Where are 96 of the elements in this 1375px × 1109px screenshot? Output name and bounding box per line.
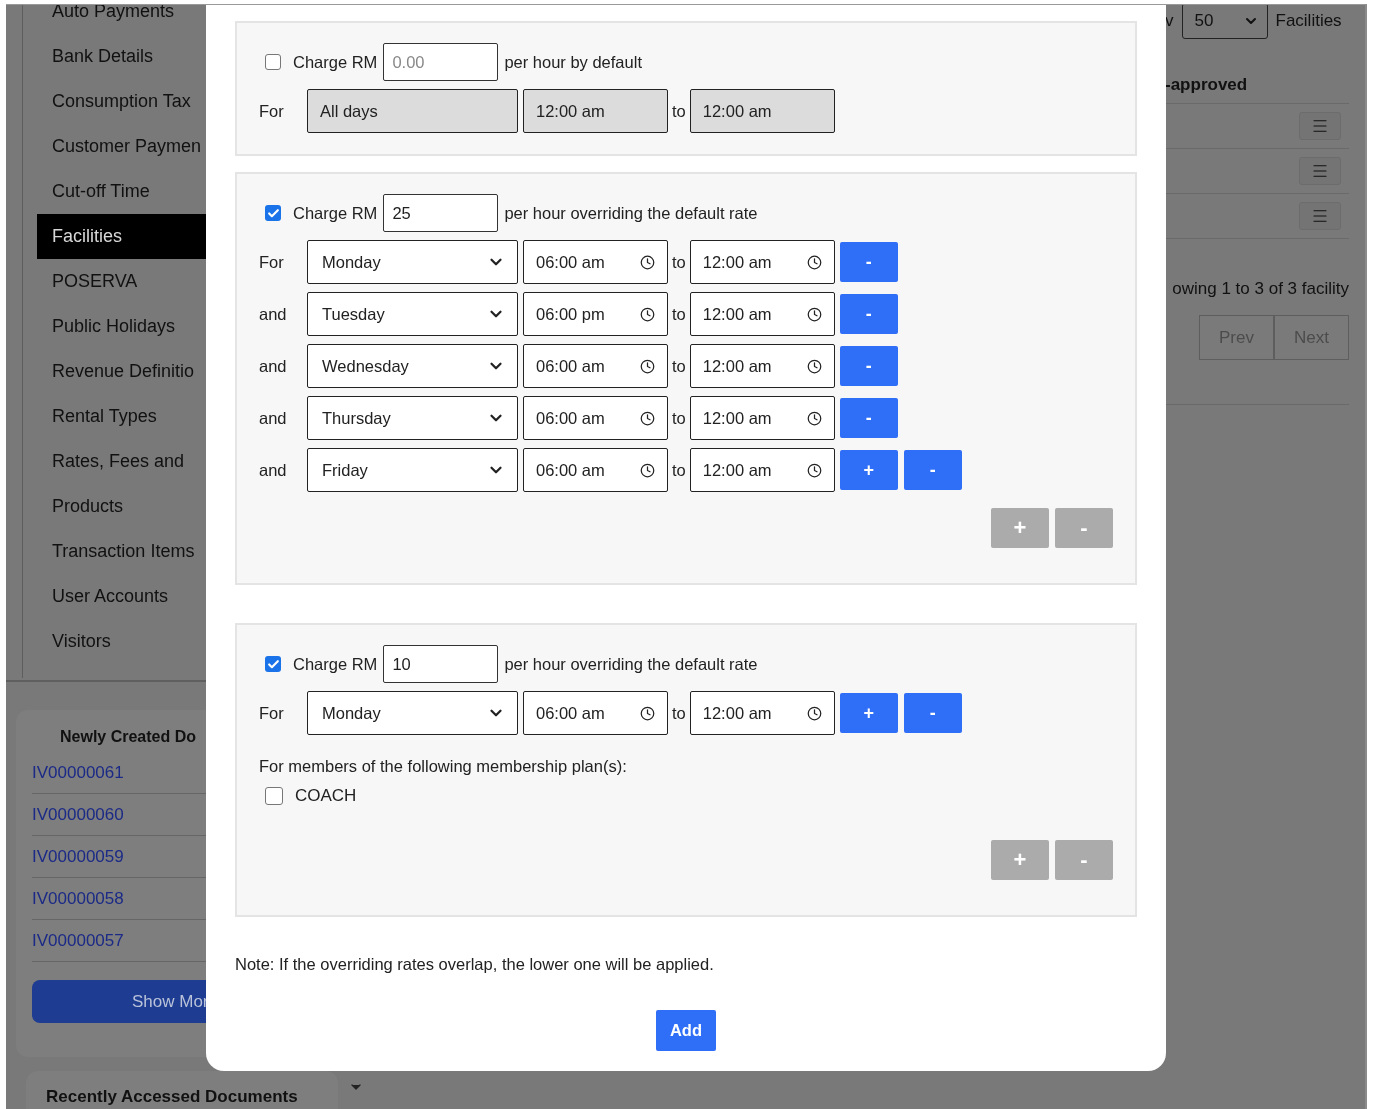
to-label: to: [672, 703, 686, 723]
entity-label: Facilities: [1275, 11, 1342, 31]
clock-icon: [640, 410, 655, 426]
day-select[interactable]: Wednesday: [307, 344, 518, 388]
membership-label: For members of the following membership plan(s):: [259, 757, 628, 776]
sidebar-item[interactable]: Auto Payments: [37, 5, 207, 34]
charge-label: Charge RM: [293, 654, 378, 674]
remove-button[interactable]: -: [839, 346, 898, 386]
row-label: and: [259, 408, 288, 428]
rate-description: per hour by default: [504, 52, 642, 72]
clock-icon: [806, 358, 822, 374]
pagination-summary: owing 1 to 3 of 3 facility: [1172, 279, 1349, 299]
clock-icon: [806, 705, 822, 721]
menu-button[interactable]: [1299, 157, 1341, 185]
row-label: and: [259, 304, 288, 324]
sidebar-item[interactable]: Customer Paymen: [37, 124, 207, 169]
clock-icon: [640, 462, 655, 478]
sidebar-item[interactable]: POSERVA: [37, 259, 207, 304]
amount-input[interactable]: 0.00: [383, 43, 499, 81]
rate-description: per hour overriding the default rate: [504, 654, 758, 674]
day-select[interactable]: Friday: [307, 448, 518, 492]
day-select[interactable]: Tuesday: [307, 292, 518, 336]
sidebar-item[interactable]: Visitors: [37, 619, 207, 664]
to-label: to: [672, 356, 686, 376]
remove-button[interactable]: -: [839, 398, 898, 438]
time-field[interactable]: 06:00 am: [523, 344, 668, 388]
time-field[interactable]: 12:00 am: [689, 691, 835, 735]
checkbox[interactable]: [265, 656, 281, 672]
sidebar-item[interactable]: Transaction Items: [37, 529, 207, 574]
sidebar-item[interactable]: Rates, Fees and: [37, 439, 207, 484]
menu-button[interactable]: [1299, 112, 1341, 140]
day-select[interactable]: Thursday: [307, 396, 518, 440]
note-text: Note: If the overriding rates overlap, the lower one will be applied.: [235, 955, 715, 974]
remove-button[interactable]: -: [839, 242, 898, 282]
clock-icon: [640, 358, 655, 374]
to-label: to: [672, 460, 686, 480]
checkbox[interactable]: [265, 787, 283, 805]
checkbox[interactable]: [265, 54, 281, 70]
row-label: For: [259, 101, 285, 121]
remove-button[interactable]: -: [903, 693, 962, 733]
time-field[interactable]: 06:00 am: [523, 691, 668, 735]
remove-button[interactable]: -: [839, 294, 898, 334]
time-field[interactable]: 12:00 am: [689, 292, 835, 336]
sidebar-item[interactable]: Rental Types: [37, 394, 207, 439]
sidebar-item[interactable]: Products: [37, 484, 207, 529]
row-label: and: [259, 460, 288, 480]
sidebar-item[interactable]: Facilities: [37, 214, 207, 259]
row-label: and: [259, 356, 288, 376]
clock-icon: [640, 254, 655, 270]
rate-description: per hour overriding the default rate: [504, 203, 758, 223]
clock-icon: [806, 254, 822, 270]
time-field[interactable]: 06:00 pm: [523, 292, 668, 336]
charge-label: Charge RM: [293, 203, 378, 223]
time-field[interactable]: 12:00 am: [689, 240, 835, 284]
sidebar-item[interactable]: Public Holidays: [37, 304, 207, 349]
to-label: to: [672, 304, 686, 324]
sidebar-item[interactable]: User Accounts: [37, 574, 207, 619]
menu-icon: [1311, 162, 1329, 180]
time-field[interactable]: 12:00 am: [689, 396, 835, 440]
sidebar-item[interactable]: Bank Details: [37, 34, 207, 79]
amount-input[interactable]: 10: [383, 645, 499, 683]
show-label: v: [1165, 11, 1174, 31]
plan-label: COACH: [295, 786, 357, 806]
add-button[interactable]: +: [839, 693, 898, 733]
to-label: to: [672, 252, 686, 272]
time-field[interactable]: 06:00 am: [523, 448, 668, 492]
charge-label: Charge RM: [293, 52, 378, 72]
sidebar-item[interactable]: Revenue Definitio: [37, 349, 207, 394]
to-label: to: [672, 408, 686, 428]
menu-button[interactable]: [1299, 202, 1341, 230]
clock-icon: [640, 306, 655, 322]
card-title: Recently Accessed Documents: [45, 1086, 299, 1107]
clock-icon: [806, 462, 822, 478]
add-button[interactable]: Add: [656, 1010, 716, 1051]
menu-icon: [1311, 117, 1329, 135]
add-button[interactable]: +: [839, 450, 898, 490]
time-field[interactable]: 12:00 am: [689, 448, 835, 492]
clock-icon: [806, 306, 822, 322]
day-select[interactable]: Monday: [307, 691, 518, 735]
row-label: For: [259, 703, 285, 723]
amount-input[interactable]: 25: [383, 194, 499, 232]
card-title: Newly Created Do: [59, 728, 198, 746]
clock-icon: [640, 705, 655, 721]
clock-icon: [806, 410, 822, 426]
row-label: For: [259, 252, 285, 272]
remove-button[interactable]: -: [903, 450, 962, 490]
menu-icon: [1311, 207, 1329, 225]
page-size-select[interactable]: 50: [1181, 5, 1268, 39]
time-field[interactable]: 06:00 am: [523, 396, 668, 440]
to-label: to: [672, 101, 686, 121]
sidebar-item[interactable]: Cut-off Time: [37, 169, 207, 214]
time-field[interactable]: 12:00 am: [689, 344, 835, 388]
sidebar-item[interactable]: Consumption Tax: [37, 79, 207, 124]
day-select[interactable]: Monday: [307, 240, 518, 284]
time-field[interactable]: 06:00 am: [523, 240, 668, 284]
checkbox[interactable]: [265, 205, 281, 221]
